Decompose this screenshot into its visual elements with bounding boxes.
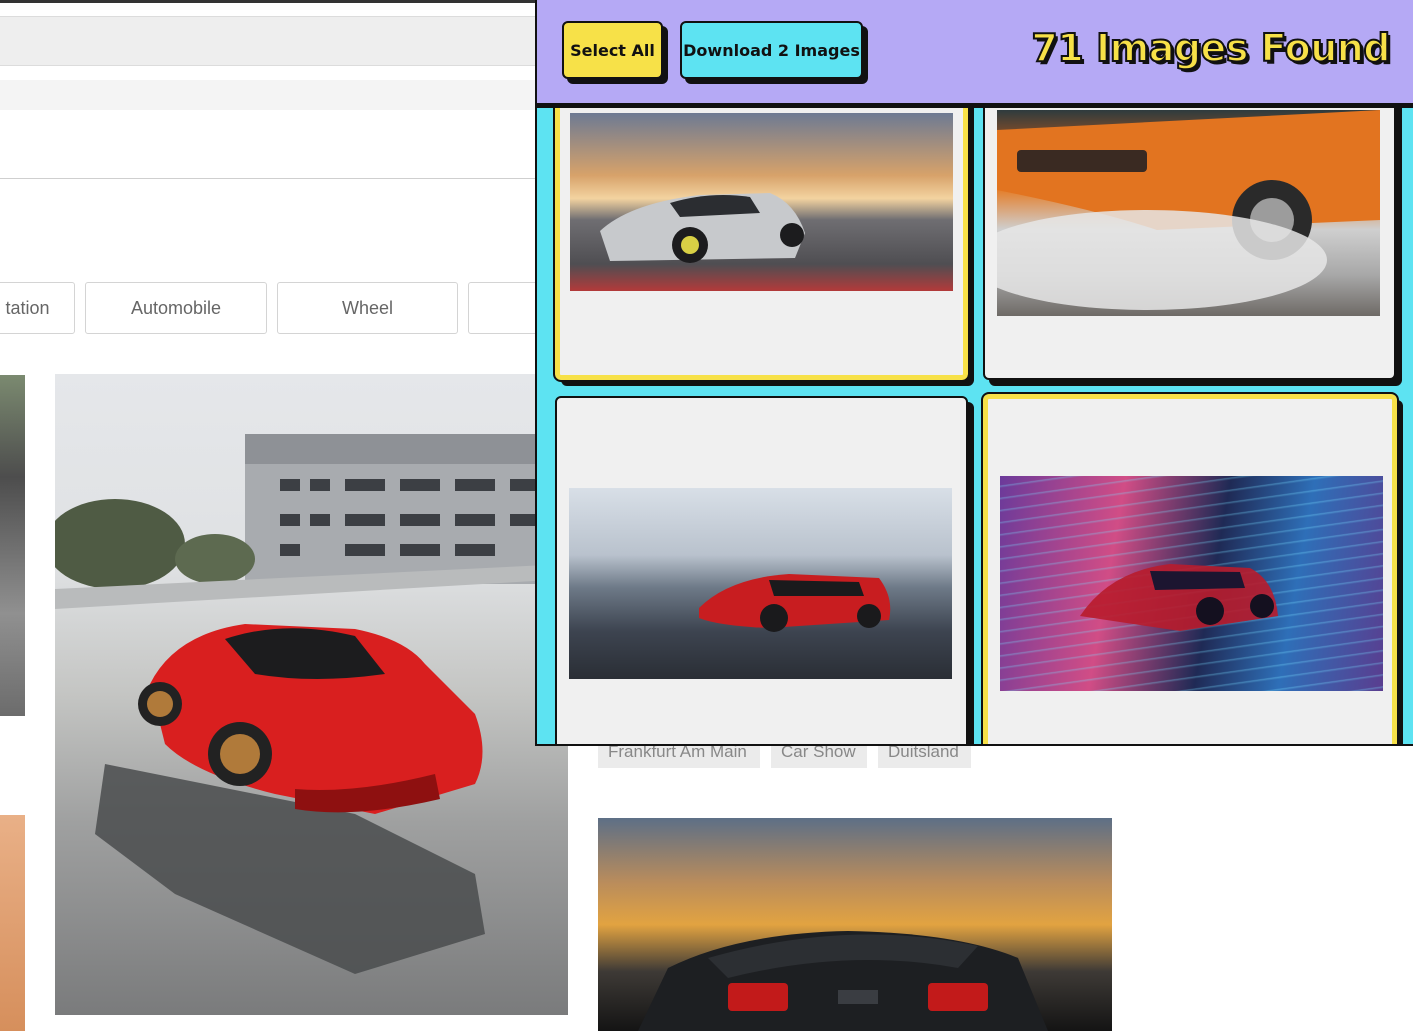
related-chip-wheel[interactable]: Wheel — [277, 282, 458, 334]
chip-label: Automobile — [130, 297, 222, 318]
neon-car-illustration — [1080, 564, 1278, 631]
mustang-sunset-photo[interactable] — [598, 818, 1112, 1031]
image-card-orange-muscle-car[interactable] — [983, 60, 1396, 380]
chip-label: tation — [5, 297, 50, 318]
popup-header: Select All Download 2 Images 71 Images F… — [537, 0, 1413, 108]
red-sports-car-illustration — [699, 574, 891, 632]
chip-label: Wheel — [341, 297, 394, 318]
ferrari-illustration — [55, 434, 568, 974]
left-edge-photo[interactable] — [0, 375, 25, 716]
image-downloader-popup: Select All Download 2 Images 71 Images F… — [535, 0, 1413, 746]
orange-muscle-car-thumbnail — [997, 110, 1380, 316]
image-card-red-sports-car[interactable] — [555, 396, 968, 744]
silver-supercar-illustration — [600, 193, 805, 263]
images-found-title: 71 Images Found — [1030, 25, 1391, 71]
mustang-illustration — [638, 931, 1048, 1031]
neon-speed-car-thumbnail — [1000, 476, 1383, 691]
related-chip-automobile[interactable]: Automobile — [85, 282, 267, 334]
select-all-button[interactable]: Select All — [562, 21, 663, 79]
header-divider — [0, 178, 540, 179]
search-bar[interactable] — [0, 16, 540, 66]
muscle-car-illustration — [997, 110, 1380, 310]
top-border — [0, 0, 540, 3]
download-images-button[interactable]: Download 2 Images — [680, 21, 863, 79]
left-edge-photo-bottom[interactable] — [0, 815, 25, 1031]
red-ferrari-photo[interactable] — [55, 374, 568, 1015]
sub-navigation-bar — [0, 80, 540, 110]
red-sports-car-thumbnail — [569, 488, 952, 679]
page: tation Automobile Wheel Frankfurt Am Mai… — [0, 0, 1413, 1031]
image-card-silver-supercar[interactable] — [553, 58, 970, 382]
image-card-neon-speed-car[interactable] — [981, 392, 1399, 744]
related-chip-transportation[interactable]: tation — [0, 282, 75, 334]
silver-supercar-thumbnail — [570, 113, 953, 291]
